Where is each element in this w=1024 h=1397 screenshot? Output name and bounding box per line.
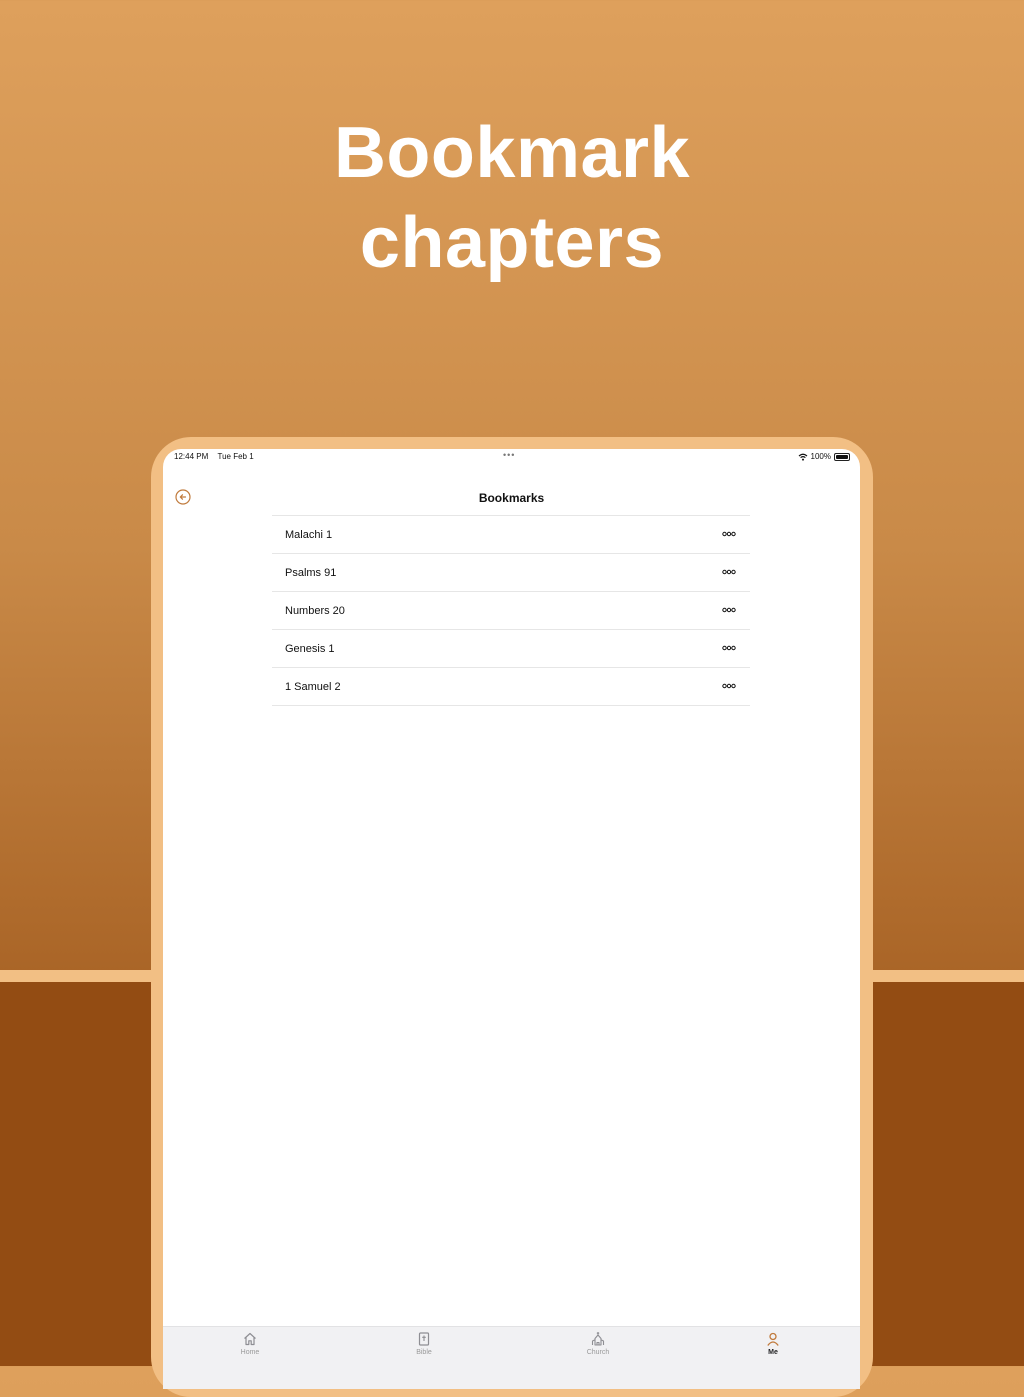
tab-me[interactable]: Me: [743, 1331, 803, 1356]
headline-line-1: Bookmark: [333, 113, 691, 193]
bookmark-row[interactable]: Genesis 1: [272, 630, 750, 668]
person-icon: [767, 1332, 779, 1346]
tablet-frame: 12:44 PM Tue Feb 1 ••• 100% Bookmarks Ma…: [151, 437, 873, 1397]
bookmark-row[interactable]: Malachi 1: [272, 516, 750, 554]
more-icon[interactable]: [722, 682, 736, 690]
wifi-icon: [798, 453, 807, 461]
bookmark-row[interactable]: 1 Samuel 2: [272, 668, 750, 706]
tab-bible[interactable]: Bible: [394, 1331, 454, 1356]
home-icon: [244, 1332, 256, 1346]
battery-percent: 100%: [810, 452, 831, 461]
status-bar: 12:44 PM Tue Feb 1 ••• 100%: [163, 449, 860, 465]
more-icon[interactable]: [722, 606, 736, 614]
bookmark-label: Numbers 20: [285, 605, 345, 617]
status-date: Tue Feb 1: [217, 452, 254, 461]
bible-icon: [418, 1332, 430, 1346]
bookmark-label: Genesis 1: [285, 643, 335, 655]
tab-church[interactable]: Church: [568, 1331, 628, 1356]
tab-label: Home: [240, 1349, 260, 1356]
tab-label: Church: [586, 1349, 610, 1356]
app-screen: 12:44 PM Tue Feb 1 ••• 100% Bookmarks Ma…: [163, 449, 860, 1389]
bookmark-row[interactable]: Psalms 91: [272, 554, 750, 592]
status-time: 12:44 PM: [174, 452, 209, 461]
tab-label: Bible: [416, 1349, 432, 1356]
headline-line-2: chapters: [359, 203, 665, 283]
tab-home[interactable]: Home: [220, 1331, 280, 1356]
battery-icon: [834, 452, 850, 461]
bookmark-list: Malachi 1 Psalms 91 Numbers 20 Genesis 1…: [272, 515, 750, 706]
church-icon: [591, 1332, 605, 1346]
more-icon[interactable]: [722, 644, 736, 652]
bookmark-label: Psalms 91: [285, 567, 337, 579]
bookmark-label: Malachi 1: [285, 529, 333, 541]
bookmark-row[interactable]: Numbers 20: [272, 592, 750, 630]
bookmark-label: 1 Samuel 2: [285, 681, 341, 693]
more-icon[interactable]: [722, 530, 736, 538]
tab-bar: Home Bible Church Me: [163, 1326, 860, 1389]
promo-headline: Bookmark chapters: [0, 108, 1024, 288]
multitasking-dots-icon[interactable]: •••: [503, 450, 515, 460]
tab-label: Me: [768, 1349, 778, 1356]
page-title: Bookmarks: [478, 491, 545, 505]
more-icon[interactable]: [722, 568, 736, 576]
